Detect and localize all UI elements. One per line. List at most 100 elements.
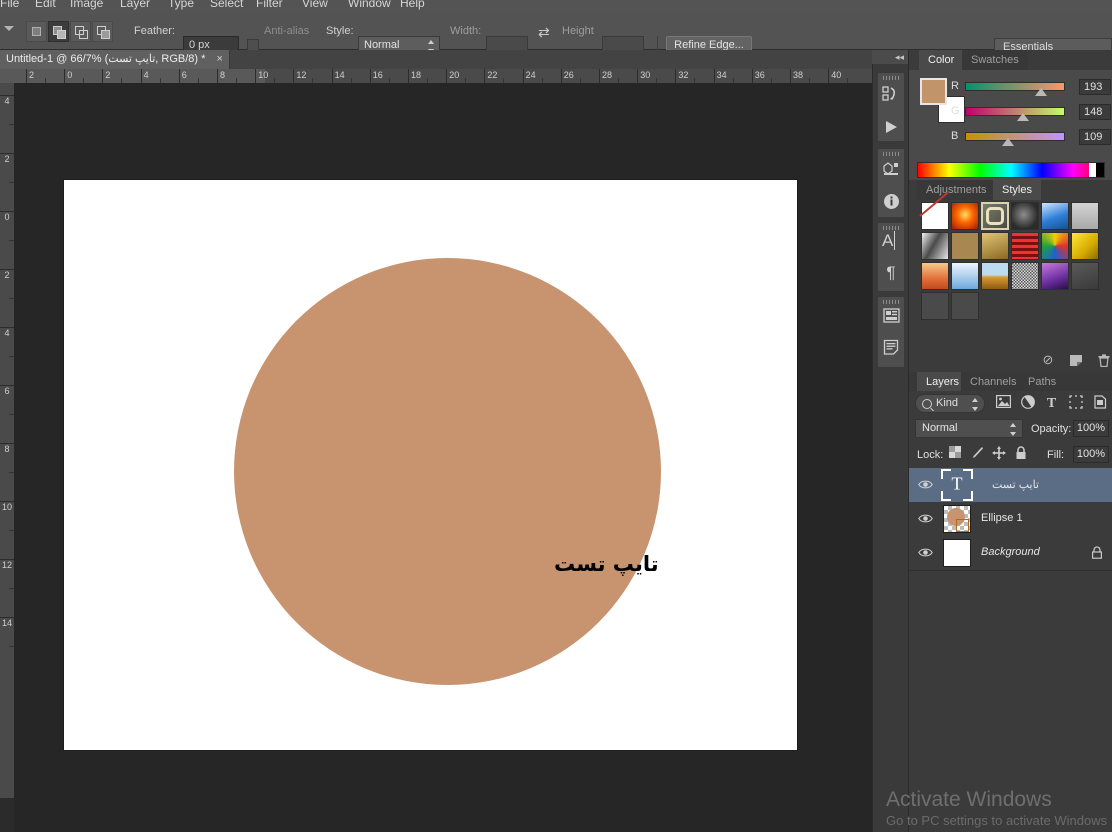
style-swatch-style-confetti[interactable] xyxy=(1041,232,1069,260)
layer-name[interactable]: Ellipse 1 xyxy=(981,512,1023,524)
layer-visibility-icon[interactable] xyxy=(918,513,933,524)
vertical-ruler[interactable]: 4202468101214 xyxy=(0,83,15,798)
info-icon[interactable] xyxy=(877,186,905,216)
document-tab[interactable]: Untitled-1 @ 66/7% (تایپ تست, RGB/8) * × xyxy=(0,50,230,69)
style-swatch-style-yellow-bevel[interactable] xyxy=(1071,232,1099,260)
style-swatch-style-blue-sky[interactable] xyxy=(1041,202,1069,230)
tab-adjustments[interactable]: Adjustments xyxy=(917,180,996,200)
style-swatch-style-purple-bevel[interactable] xyxy=(1041,262,1069,290)
horizontal-ruler[interactable]: 20246810121416182022242628303234363840 xyxy=(0,69,872,84)
style-swatch-style-dark-swirl[interactable] xyxy=(1011,202,1039,230)
canvas-text-layer[interactable]: تایپ تست xyxy=(554,552,659,576)
layer-kind-filter[interactable]: Kind xyxy=(915,394,985,413)
style-swatch-style-red-stripes[interactable] xyxy=(1011,232,1039,260)
selection-mode-new-button[interactable] xyxy=(26,21,47,42)
character-icon[interactable]: A xyxy=(877,226,905,256)
delete-style-icon[interactable] xyxy=(1093,350,1112,370)
blend-mode-select[interactable]: Normal xyxy=(915,419,1023,438)
filter-smart-object-icon[interactable] xyxy=(1091,395,1108,412)
lock-position-icon[interactable] xyxy=(991,446,1007,462)
layer-thumbnail[interactable] xyxy=(943,505,971,533)
menu-item-help[interactable]: Help xyxy=(400,0,425,10)
menu-item-file[interactable]: File xyxy=(0,0,19,10)
selection-mode-add-button[interactable] xyxy=(48,21,69,42)
menu-item-layer[interactable]: Layer xyxy=(120,0,150,10)
collapse-panels-icon[interactable]: ◂◂ xyxy=(872,50,908,64)
color-spectrum-bar[interactable] xyxy=(917,162,1105,178)
lock-transparent-icon[interactable] xyxy=(947,446,963,462)
layer-name[interactable]: Background xyxy=(981,546,1040,558)
play-icon[interactable] xyxy=(877,112,905,142)
channel-b-slider[interactable] xyxy=(965,132,1065,141)
history-icon[interactable] xyxy=(877,78,905,108)
menu-item-image[interactable]: Image xyxy=(70,0,103,10)
menu-item-select[interactable]: Select xyxy=(210,0,243,10)
layer-row[interactable]: T تایپ تست xyxy=(909,468,1112,503)
style-swatch-style-chrome[interactable] xyxy=(921,232,949,260)
swap-dimensions-icon[interactable]: ⇄ xyxy=(538,26,554,39)
selection-mode-subtract-button[interactable] xyxy=(70,21,91,42)
opacity-input[interactable]: 100% xyxy=(1073,420,1109,437)
style-swatch-style-gold-gradient[interactable] xyxy=(981,232,1009,260)
tab-swatches[interactable]: Swatches xyxy=(962,50,1028,70)
filter-type-icon[interactable]: T xyxy=(1043,395,1060,412)
clear-style-icon[interactable]: ⊘ xyxy=(1037,350,1059,370)
filter-pixel-icon[interactable] xyxy=(995,395,1012,412)
foreground-color-swatch[interactable] xyxy=(920,78,947,105)
layer-thumbnail[interactable]: T xyxy=(943,471,971,499)
style-swatch-style-tan-matte[interactable] xyxy=(951,232,979,260)
new-style-icon[interactable] xyxy=(1065,350,1087,370)
menu-item-filter[interactable]: Filter xyxy=(256,0,283,10)
lock-all-icon[interactable] xyxy=(1013,446,1029,462)
tab-channels[interactable]: Channels xyxy=(961,372,1025,392)
channel-g-slider[interactable] xyxy=(965,107,1065,116)
spectrum-black-chip[interactable] xyxy=(1096,163,1104,177)
document-canvas[interactable]: تایپ تست xyxy=(64,180,797,750)
layer-visibility-icon[interactable] xyxy=(918,479,933,490)
channel-r-value[interactable]: 193 xyxy=(1079,79,1111,95)
channel-g-value[interactable]: 148 xyxy=(1079,104,1111,120)
channel-b-knob[interactable] xyxy=(1002,138,1014,146)
3d-icon[interactable] xyxy=(877,154,905,184)
layer-comps-icon[interactable] xyxy=(877,300,905,330)
canvas-area[interactable]: تایپ تست xyxy=(14,83,872,832)
channel-b-value[interactable]: 109 xyxy=(1079,129,1111,145)
style-swatch-style-beveled-frame[interactable] xyxy=(981,202,1009,230)
style-swatch-style-noise[interactable] xyxy=(1011,262,1039,290)
paragraph-icon[interactable]: ¶ xyxy=(877,258,905,288)
spectrum-white-chip[interactable] xyxy=(1089,163,1096,177)
notes-icon[interactable] xyxy=(877,332,905,362)
tab-styles[interactable]: Styles xyxy=(993,180,1041,200)
style-swatch-style-shadow-square[interactable] xyxy=(1071,262,1099,290)
style-swatch-style-sunset[interactable] xyxy=(921,262,949,290)
menu-item-view[interactable]: View xyxy=(302,0,328,10)
menu-item-edit[interactable]: Edit xyxy=(35,0,56,10)
tab-color[interactable]: Color xyxy=(919,50,963,70)
selection-mode-intersect-button[interactable] xyxy=(92,21,113,42)
close-icon[interactable]: × xyxy=(216,53,222,65)
layer-row[interactable]: Ellipse 1 xyxy=(909,502,1112,537)
layer-row[interactable]: Background xyxy=(909,536,1112,571)
style-swatch-no-style[interactable] xyxy=(921,202,949,230)
style-swatch-style-beach[interactable] xyxy=(981,262,1009,290)
style-swatch-style-empty-1[interactable] xyxy=(921,292,949,320)
layer-thumbnail[interactable] xyxy=(943,539,971,567)
lock-image-icon[interactable] xyxy=(969,446,985,462)
channel-r-knob[interactable] xyxy=(1035,88,1047,96)
style-swatch-style-red-glow[interactable] xyxy=(951,202,979,230)
channel-g-knob[interactable] xyxy=(1017,113,1029,121)
menu-item-type[interactable]: Type xyxy=(168,0,194,10)
menu-item-window[interactable]: Window xyxy=(348,0,391,10)
style-swatch-style-light-grey[interactable] xyxy=(1071,202,1099,230)
filter-adjustment-icon[interactable] xyxy=(1019,395,1036,412)
style-swatch-style-pale-blue[interactable] xyxy=(951,262,979,290)
fill-input[interactable]: 100% xyxy=(1073,446,1109,463)
tab-paths[interactable]: Paths xyxy=(1019,372,1065,392)
tool-preset-caret-icon[interactable] xyxy=(4,26,14,31)
filter-shape-icon[interactable] xyxy=(1067,395,1084,412)
style-swatch-style-empty-2[interactable] xyxy=(951,292,979,320)
layer-visibility-icon[interactable] xyxy=(918,547,933,558)
ellipse-shape[interactable] xyxy=(234,258,661,685)
channel-r-slider[interactable] xyxy=(965,82,1065,91)
layer-name[interactable]: تایپ تست xyxy=(992,478,1039,491)
